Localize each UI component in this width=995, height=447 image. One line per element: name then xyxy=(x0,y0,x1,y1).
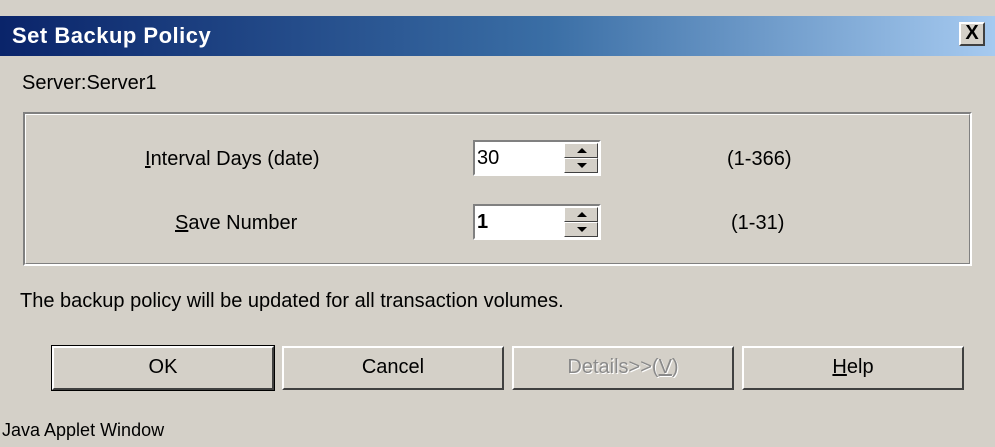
save-number-label: Save Number xyxy=(175,212,298,234)
arrow-up-icon xyxy=(577,212,587,217)
help-button[interactable]: Help xyxy=(742,346,964,390)
interval-days-increment[interactable] xyxy=(564,143,598,158)
dialog-window: Set Backup Policy X Server:Server1 Inter… xyxy=(0,0,995,447)
save-number-increment[interactable] xyxy=(564,207,598,222)
interval-days-label: Interval Days (date) xyxy=(145,148,320,170)
close-icon: X xyxy=(965,22,979,44)
interval-days-input[interactable] xyxy=(477,146,561,170)
applet-footer: Java Applet Window xyxy=(2,420,165,440)
ok-button[interactable]: OK xyxy=(51,345,275,391)
title-bar[interactable]: Set Backup Policy X xyxy=(0,16,995,56)
arrow-up-icon xyxy=(577,148,587,153)
close-button[interactable]: X xyxy=(959,22,985,46)
interval-days-range: (1-366) xyxy=(727,148,792,170)
cancel-button[interactable]: Cancel xyxy=(282,346,504,390)
save-number-decrement[interactable] xyxy=(564,222,598,237)
save-number-range: (1-31) xyxy=(731,212,785,234)
policy-group-box: Interval Days (date) (1-366) Save Number… xyxy=(23,112,972,266)
arrow-down-icon xyxy=(577,227,587,232)
details-button[interactable]: Details>>(V) xyxy=(512,346,734,390)
interval-days-decrement[interactable] xyxy=(564,158,598,173)
window-title: Set Backup Policy xyxy=(12,23,212,48)
info-message: The backup policy will be updated for al… xyxy=(20,290,564,312)
interval-days-spinner[interactable] xyxy=(473,140,601,176)
save-mnemonic: S xyxy=(175,212,189,234)
server-label: Server:Server1 xyxy=(22,72,157,94)
arrow-down-icon xyxy=(577,163,587,168)
save-number-spinner[interactable] xyxy=(473,204,601,240)
save-number-input[interactable] xyxy=(477,210,561,234)
